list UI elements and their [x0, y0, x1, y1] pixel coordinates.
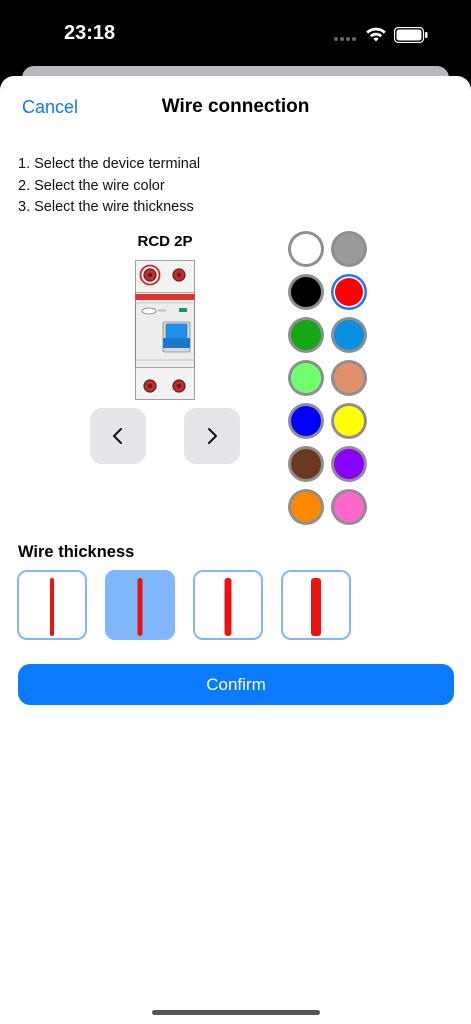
- color-swatch[interactable]: [331, 489, 367, 525]
- chevron-left-icon: [113, 428, 122, 444]
- terminal-top-left[interactable]: [139, 264, 161, 286]
- instructions: 1. Select the device terminal 2. Select …: [18, 154, 200, 219]
- wire-sample-icon: [137, 578, 143, 636]
- color-swatch[interactable]: [331, 360, 367, 396]
- color-swatch[interactable]: [288, 446, 324, 482]
- thickness-option[interactable]: [281, 570, 351, 640]
- wire-thickness-title: Wire thickness: [18, 543, 135, 561]
- chevron-right-icon: [208, 428, 217, 444]
- instruction-step-1: 1. Select the device terminal: [18, 156, 201, 172]
- color-swatch[interactable]: [288, 274, 324, 310]
- wire-sample-icon: [224, 578, 232, 636]
- test-button-icon: [141, 307, 157, 315]
- signal-icon: [334, 37, 358, 43]
- terminal-bottom-right[interactable]: [171, 378, 187, 394]
- terminal-bottom-left[interactable]: [142, 378, 158, 394]
- confirm-button[interactable]: Confirm: [18, 664, 454, 705]
- wire-sample-icon: [311, 578, 321, 636]
- page-title: Wire connection: [161, 96, 310, 117]
- device-title: RCD 2P: [137, 233, 193, 250]
- color-swatch[interactable]: [331, 231, 367, 267]
- previous-device-button[interactable]: [90, 408, 146, 464]
- home-indicator: [152, 1010, 320, 1015]
- thickness-option[interactable]: [17, 570, 87, 640]
- color-swatch[interactable]: [288, 317, 324, 353]
- next-device-button[interactable]: [184, 408, 240, 464]
- color-swatch[interactable]: [288, 403, 324, 439]
- status-led-icon: [179, 308, 187, 312]
- instruction-step-3: 3. Select the wire thickness: [18, 199, 194, 215]
- device-stripe: [135, 294, 195, 300]
- status-time: 23:18: [64, 22, 116, 44]
- battery-icon: [394, 27, 428, 43]
- wire-connection-sheet: Cancel Wire connection 1. Select the dev…: [0, 76, 471, 1024]
- instruction-step-2: 2. Select the wire color: [18, 177, 165, 194]
- color-swatch[interactable]: [331, 317, 367, 353]
- thickness-option[interactable]: [105, 570, 175, 640]
- wire-sample-icon: [50, 578, 54, 636]
- color-swatch[interactable]: [331, 274, 367, 310]
- color-swatch[interactable]: [288, 231, 324, 267]
- wifi-icon: [366, 27, 386, 42]
- terminal-top-right[interactable]: [171, 267, 187, 283]
- color-swatch[interactable]: [331, 446, 367, 482]
- status-bar: 23:18: [0, 0, 471, 70]
- thickness-option[interactable]: [193, 570, 263, 640]
- color-swatch[interactable]: [331, 403, 367, 439]
- color-swatch[interactable]: [288, 360, 324, 396]
- color-swatch[interactable]: [288, 489, 324, 525]
